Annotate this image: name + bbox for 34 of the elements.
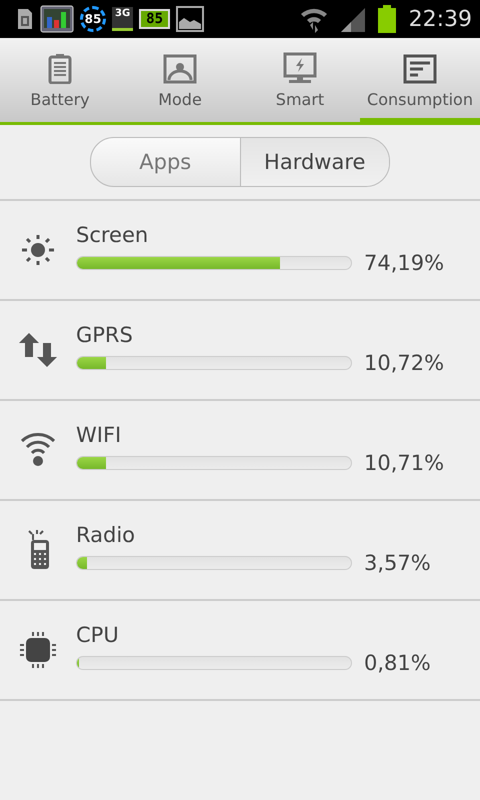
portrait-icon [163, 54, 197, 84]
item-name: WIFI [76, 423, 122, 447]
segment-button[interactable]: Hardware [240, 138, 389, 186]
image-icon [176, 6, 204, 32]
percentage: 10,71% [364, 451, 444, 475]
tab[interactable]: Smart [240, 38, 360, 125]
monitor-icon [283, 52, 317, 84]
clock: 22:39 [408, 6, 472, 32]
tab[interactable]: Consumption [360, 38, 480, 125]
network-type-icon: 3G [112, 7, 134, 31]
battery-icon [376, 5, 397, 33]
percentage: 74,19% [364, 251, 444, 275]
sun-icon [20, 234, 56, 266]
battery-level-icon: 85 [139, 9, 170, 29]
segment-button[interactable]: Apps [91, 138, 240, 186]
up-down-arrows-icon [18, 332, 58, 368]
battery-icon [48, 54, 72, 84]
percentage: 10,72% [364, 351, 444, 375]
mobile-phone-icon [26, 530, 50, 570]
percentage: 0,81% [364, 651, 431, 675]
item-name: Screen [76, 223, 150, 247]
item-name: CPU [76, 623, 120, 647]
tab[interactable]: Battery [0, 38, 120, 125]
sim-card-icon [16, 7, 34, 31]
percent-ring: 85 [80, 6, 106, 32]
chip-icon [19, 631, 57, 669]
tab[interactable]: Mode [120, 38, 240, 125]
item-name: Radio [76, 523, 136, 547]
item-name: GPRS [76, 323, 134, 347]
bar-chart-icon [40, 5, 74, 33]
signal-icon [338, 6, 367, 32]
percentage: 3,57% [364, 551, 431, 575]
wifi-icon [20, 433, 56, 467]
list-icon [403, 54, 437, 84]
